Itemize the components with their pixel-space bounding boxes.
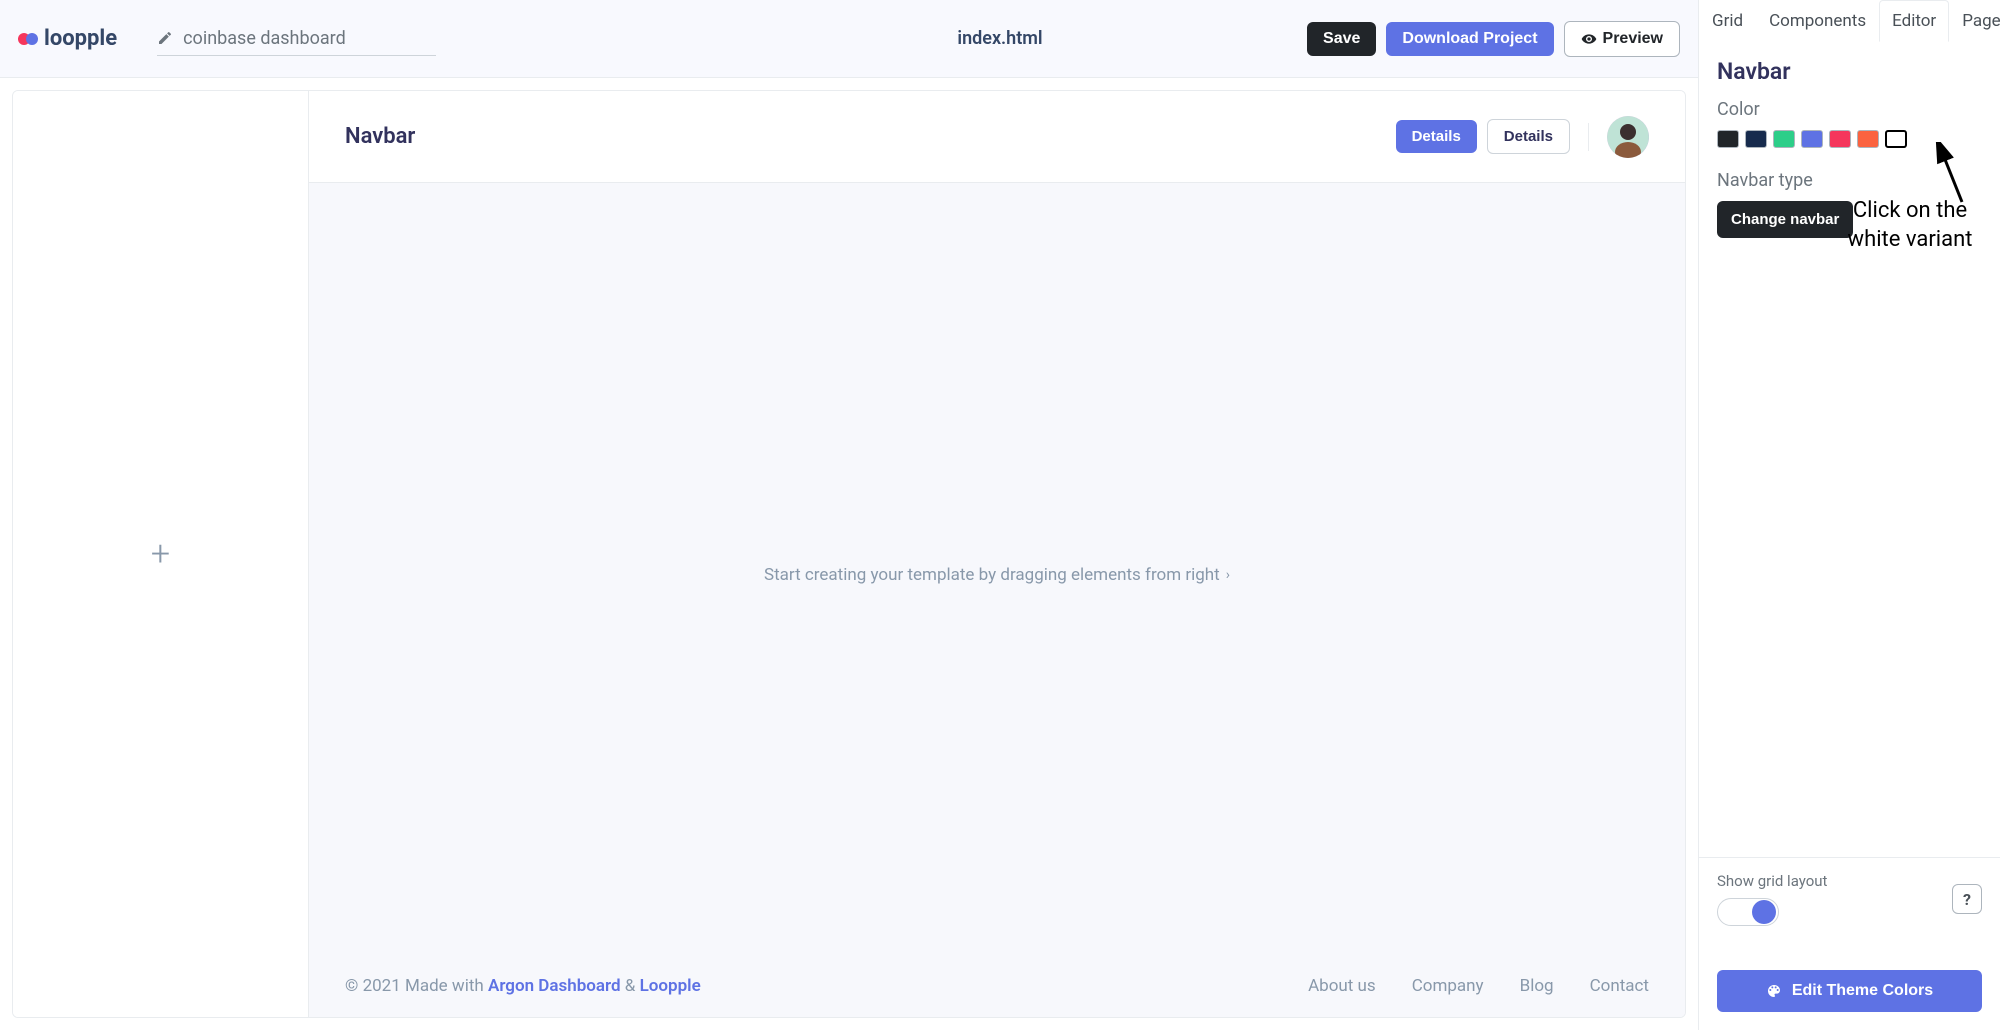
color-swatch-orange[interactable]: [1857, 130, 1879, 148]
panel-bottom: Show grid layout ? Edit Theme Colors: [1699, 857, 2000, 1030]
help-button[interactable]: ?: [1952, 884, 1982, 914]
details-secondary-button[interactable]: Details: [1487, 119, 1570, 154]
tab-pages[interactable]: Pages: [1949, 0, 2000, 42]
canvas: + Navbar Details Details: [12, 90, 1686, 1018]
chevron-right-icon: ›: [1226, 567, 1230, 583]
panel-body: Navbar Color Navbar type Change navbar C…: [1699, 42, 2000, 857]
grid-toggle-label: Show grid layout: [1717, 872, 1827, 890]
color-swatch-green[interactable]: [1773, 130, 1795, 148]
logo[interactable]: loopple: [18, 26, 117, 51]
empty-drop-zone[interactable]: Start creating your template by dragging…: [309, 183, 1685, 967]
footer: © 2021 Made with Argon Dashboard & Loopp…: [309, 967, 1685, 1017]
color-label: Color: [1717, 99, 1982, 120]
toggle-knob: [1752, 900, 1776, 924]
footer-about[interactable]: About us: [1308, 976, 1376, 996]
panel-section-title: Navbar: [1717, 58, 1982, 85]
divider: [1588, 123, 1589, 151]
footer-blog[interactable]: Blog: [1520, 976, 1554, 996]
right-tabs: Grid Components Editor Pages: [1699, 0, 2000, 42]
project-name-input[interactable]: coinbase dashboard: [157, 22, 436, 56]
tab-components[interactable]: Components: [1756, 0, 1879, 42]
edit-theme-colors-button[interactable]: Edit Theme Colors: [1717, 970, 1982, 1012]
argon-link[interactable]: Argon Dashboard: [488, 976, 621, 996]
preview-button[interactable]: Preview: [1564, 21, 1680, 57]
navbar-title: Navbar: [345, 124, 415, 149]
footer-company[interactable]: Company: [1412, 976, 1484, 996]
header-actions: Save Download Project Preview: [1307, 21, 1680, 57]
palette-icon: [1766, 983, 1782, 999]
color-swatch-navy[interactable]: [1745, 130, 1767, 148]
color-swatch-red[interactable]: [1829, 130, 1851, 148]
avatar[interactable]: [1607, 116, 1649, 158]
empty-message: Start creating your template by dragging…: [764, 565, 1220, 585]
loopple-link[interactable]: Loopple: [640, 976, 701, 996]
canvas-wrap: + Navbar Details Details: [0, 78, 1698, 1030]
right-panel: Grid Components Editor Pages Navbar Colo…: [1698, 0, 2000, 1030]
color-swatch-dark[interactable]: [1717, 130, 1739, 148]
footer-copyright: © 2021 Made with Argon Dashboard & Loopp…: [345, 976, 701, 996]
content-area: Navbar Details Details: [309, 91, 1685, 1017]
eye-icon: [1581, 31, 1597, 47]
tab-grid[interactable]: Grid: [1699, 0, 1756, 42]
project-name-text: coinbase dashboard: [183, 28, 346, 49]
download-project-button[interactable]: Download Project: [1386, 22, 1553, 56]
top-header: loopple coinbase dashboard index.html Sa…: [0, 0, 1698, 78]
annotation-text: Click on the white variant: [1830, 197, 1990, 254]
plus-icon: +: [151, 534, 170, 574]
pencil-icon: [157, 30, 173, 46]
footer-contact[interactable]: Contact: [1590, 976, 1649, 996]
footer-links: About us Company Blog Contact: [1308, 976, 1649, 996]
logo-text: loopple: [44, 26, 117, 51]
tab-editor[interactable]: Editor: [1879, 0, 1949, 42]
logo-icon: [18, 33, 38, 45]
file-name: index.html: [957, 28, 1042, 49]
color-swatch-white[interactable]: [1885, 130, 1907, 148]
sidebar-placeholder[interactable]: +: [13, 91, 309, 1017]
navbar-row[interactable]: Navbar Details Details: [309, 91, 1685, 183]
color-swatch-blue[interactable]: [1801, 130, 1823, 148]
avatar-image: [1607, 116, 1649, 158]
save-button[interactable]: Save: [1307, 22, 1376, 56]
grid-toggle[interactable]: [1717, 898, 1779, 926]
details-primary-button[interactable]: Details: [1396, 120, 1477, 153]
